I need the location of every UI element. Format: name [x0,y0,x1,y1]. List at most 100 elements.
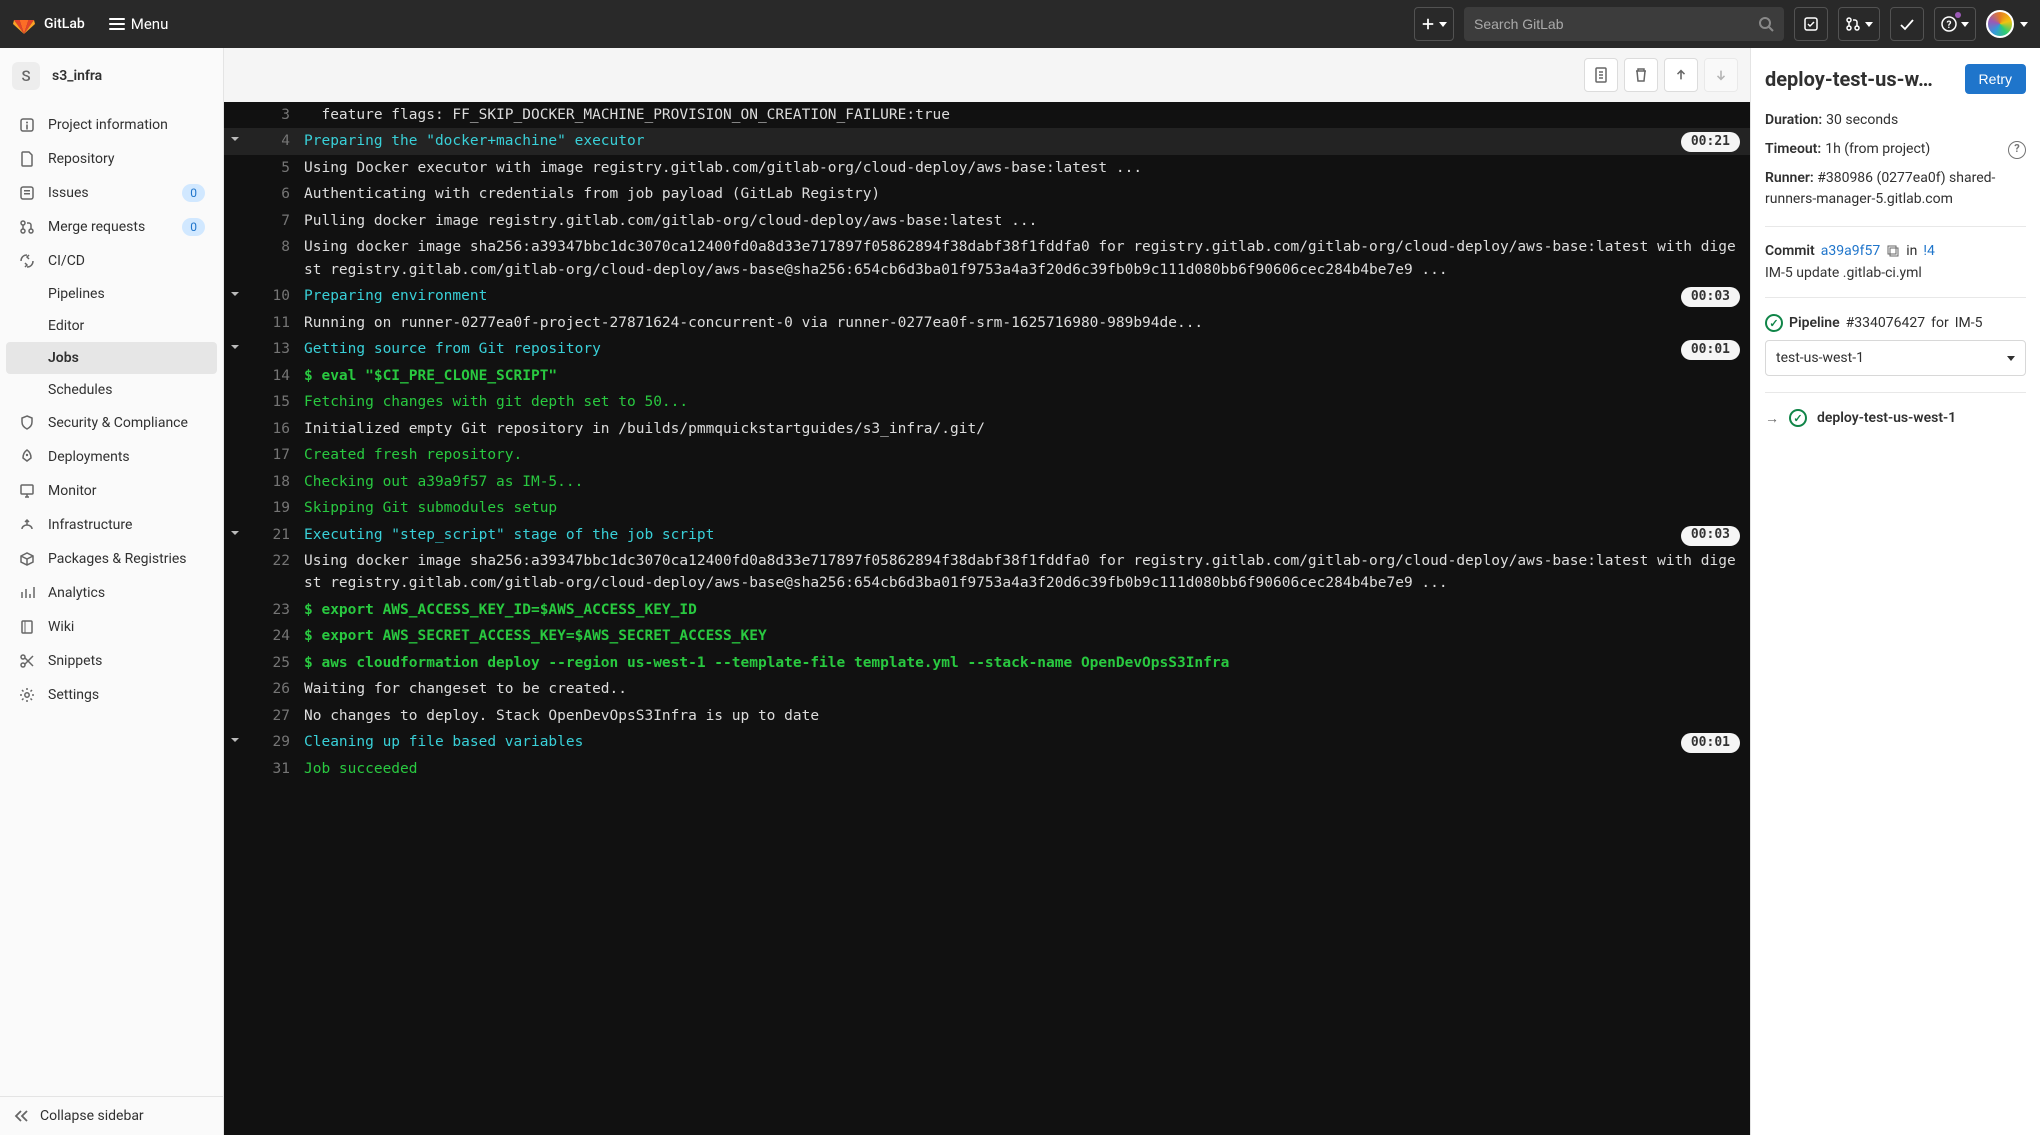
collapse-sidebar[interactable]: Collapse sidebar [0,1096,223,1135]
line-number: 16 [246,418,298,440]
line-number: 29 [246,731,298,753]
pipeline-ref[interactable]: IM-5 [1955,315,1983,331]
sidebar-item-shield[interactable]: Security & Compliance [6,406,217,440]
gitlab-icon [12,12,36,36]
issues-shortcut[interactable] [1794,7,1828,41]
merge-requests-shortcut[interactable] [1838,7,1880,41]
log-text: Using docker image sha256:a39347bbc1dc30… [298,550,1742,595]
sidebar-item-file[interactable]: Repository [6,142,217,176]
sidebar-item-merge[interactable]: Merge requests0 [6,210,217,244]
sidebar-item-snip[interactable]: Snippets [6,644,217,678]
todos-shortcut[interactable] [1890,7,1924,41]
sidebar-item-chart[interactable]: Analytics [6,576,217,610]
stage-select[interactable]: test-us-west-1 [1765,340,2026,376]
duration-value: 30 seconds [1826,110,1898,131]
sidebar-item-label: Issues [48,185,170,201]
sidebar-item-wiki[interactable]: Wiki [6,610,217,644]
sidebar-item-rocket[interactable]: Deployments [6,440,217,474]
search-input[interactable] [1474,16,1752,32]
monitor-icon [18,482,36,500]
notification-dot-icon [1955,12,1961,18]
arrow-right-icon: → [1765,410,1779,427]
delete-button[interactable] [1624,58,1658,92]
scroll-top-button[interactable] [1664,58,1698,92]
status-passed-icon [1789,409,1807,427]
section-toggle-icon[interactable] [224,285,246,307]
line-number: 27 [246,705,298,727]
sidebar-subitem-schedules[interactable]: Schedules [6,374,217,406]
merge-request-link[interactable]: !4 [1923,243,1934,259]
log-line: 27No changes to deploy. Stack OpenDevOps… [224,703,1750,729]
wiki-icon [18,618,36,636]
log-line: 5Using Docker executor with image regist… [224,155,1750,181]
log-line: 29Cleaning up file based variables00:01 [224,729,1750,755]
commit-label: Commit [1765,243,1815,259]
sidebar: S s3_infra Project information Repository… [0,48,224,1135]
arrow-down-icon [1714,68,1728,82]
job-log-panel: 3 feature flags: FF_SKIP_DOCKER_MACHINE_… [224,48,1750,1135]
job-log[interactable]: 3 feature flags: FF_SKIP_DOCKER_MACHINE_… [224,102,1750,1135]
pipeline-id[interactable]: #334076427 [1846,315,1925,331]
todo-icon [1803,16,1819,32]
sidebar-item-label: Repository [48,151,205,167]
retry-button[interactable]: Retry [1965,64,2026,94]
related-job-link[interactable]: deploy-test-us-west-1 [1817,410,1956,426]
log-text: No changes to deploy. Stack OpenDevOpsS3… [298,705,1742,727]
sidebar-item-gear[interactable]: Settings [6,678,217,712]
line-number: 15 [246,391,298,413]
new-dropdown[interactable] [1414,7,1454,41]
line-number: 11 [246,312,298,334]
logo[interactable]: GitLab [12,12,85,36]
line-number: 6 [246,183,298,205]
gear-icon [18,686,36,704]
log-text: Executing "step_script" stage of the job… [298,524,1742,546]
sidebar-subitem-pipelines[interactable]: Pipelines [6,278,217,310]
collapse-label: Collapse sidebar [40,1108,144,1124]
section-toggle-icon[interactable] [224,524,246,546]
sidebar-item-label: Monitor [48,483,205,499]
sidebar-item-info[interactable]: Project information [6,108,217,142]
sidebar-item-label: Project information [48,117,205,133]
sidebar-subitem-editor[interactable]: Editor [6,310,217,342]
job-detail-panel: deploy-test-us-w… Retry Duration: 30 sec… [1750,48,2040,1135]
section-duration: 00:01 [1681,733,1740,753]
pipeline-label: Pipeline [1789,315,1840,331]
download-raw-button[interactable] [1584,58,1618,92]
log-line: 16Initialized empty Git repository in /b… [224,416,1750,442]
log-line: 18Checking out a39a9f57 as IM-5... [224,469,1750,495]
log-line: 7Pulling docker image registry.gitlab.co… [224,208,1750,234]
help-icon[interactable]: ? [2008,141,2026,159]
search-box[interactable] [1464,7,1784,41]
info-icon [18,116,36,134]
line-number: 23 [246,599,298,621]
pipeline-for: for [1931,315,1949,331]
sidebar-item-infra[interactable]: Infrastructure [6,508,217,542]
user-menu[interactable] [1986,7,2028,41]
sidebar-item-label: CI/CD [48,253,205,269]
section-toggle-icon[interactable] [224,731,246,753]
chevron-down-icon [2020,22,2028,27]
line-number: 24 [246,625,298,647]
log-line: 19Skipping Git submodules setup [224,495,1750,521]
log-text: Using Docker executor with image registr… [298,157,1742,179]
log-toolbar [224,48,1750,102]
section-toggle-icon[interactable] [224,338,246,360]
section-toggle-icon[interactable] [224,130,246,152]
menu-button[interactable]: Menu [99,9,179,39]
help-dropdown[interactable]: ? [1934,7,1976,41]
commit-in: in [1906,243,1917,259]
sidebar-item-package[interactable]: Packages & Registries [6,542,217,576]
copy-icon[interactable] [1886,244,1900,258]
commit-sha-link[interactable]: a39a9f57 [1821,243,1880,259]
log-text: Running on runner-0277ea0f-project-27871… [298,312,1742,334]
sidebar-item-monitor[interactable]: Monitor [6,474,217,508]
log-line: 24$ export AWS_SECRET_ACCESS_KEY=$AWS_SE… [224,623,1750,649]
sidebar-item-issues[interactable]: Issues0 [6,176,217,210]
section-duration: 00:03 [1681,287,1740,307]
sidebar-subitem-jobs[interactable]: Jobs [6,342,217,374]
sidebar-project-header[interactable]: S s3_infra [0,48,223,104]
sidebar-item-cicd[interactable]: CI/CD [6,244,217,278]
chevron-down-icon [1865,22,1873,27]
timeout-value: 1h (from project) [1825,139,1930,160]
shield-icon [18,414,36,432]
